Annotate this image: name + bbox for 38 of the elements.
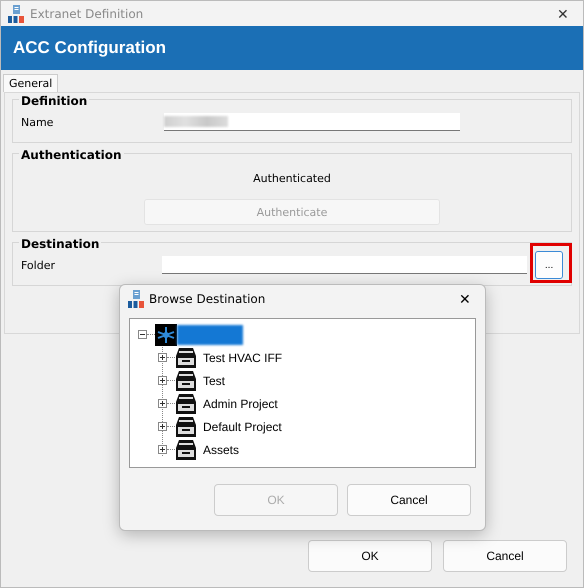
folder-field[interactable] [162,256,528,274]
tree-item[interactable]: Test [201,372,228,388]
collapse-icon[interactable] [138,330,147,339]
drawer-icon [175,416,197,438]
expand-icon[interactable] [158,422,167,431]
tree-item[interactable]: Test HVAC IFF [201,350,284,366]
window-title: Extranet Definition [30,6,144,20]
group-title: Authentication [19,148,124,162]
drawer-icon [175,438,197,460]
tree-item[interactable]: Assets [201,442,242,458]
cancel-button[interactable]: Cancel [443,540,567,572]
field-label: Folder [21,258,56,272]
status-text: Authenticated [252,172,332,185]
close-button[interactable]: ✕ [445,290,485,308]
expand-icon[interactable] [158,399,167,408]
cancel-button[interactable]: Cancel [347,484,471,516]
name-field[interactable] [164,113,460,131]
tab[interactable]: General [3,74,58,92]
hub-icon [155,324,177,346]
group-title: Destination [19,237,102,251]
drawer-icon [175,392,197,414]
group-title: Definition [19,94,90,108]
expand-icon[interactable] [158,376,167,385]
expand-icon[interactable] [158,445,167,454]
drawer-icon [175,370,197,392]
header-title: ACC Configuration [13,38,166,58]
tree-item[interactable]: Default Project [201,418,284,434]
close-button[interactable]: ✕ [543,1,583,26]
browse-button[interactable]: ... [535,251,563,279]
ok-button[interactable]: OK [308,540,432,572]
drawer-icon [175,346,197,368]
expand-icon[interactable] [158,353,167,362]
tree-item[interactable]: Admin Project [201,396,280,412]
redacted-label[interactable] [177,324,243,344]
dialog-title: Browse Destination [149,292,266,306]
field-label: Name [21,116,54,128]
logo-icon [128,290,144,308]
logo-icon [8,4,24,22]
